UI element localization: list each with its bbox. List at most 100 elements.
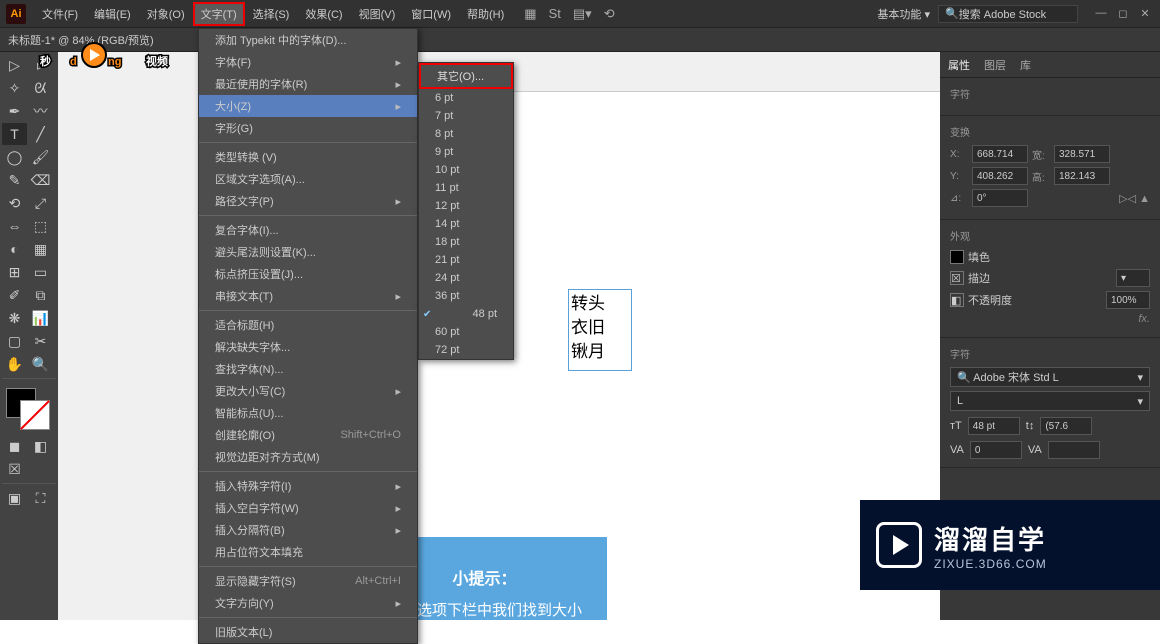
menu-file[interactable]: 文件(F) — [34, 2, 86, 26]
menu-item[interactable]: 插入空白字符(W)▸ — [199, 497, 417, 519]
fill-swatch[interactable] — [950, 250, 964, 264]
input-h[interactable]: 182.143 — [1054, 167, 1110, 185]
stroke-swatch[interactable]: ☒ — [950, 271, 964, 285]
mesh-tool[interactable]: ⊞ — [2, 261, 27, 283]
rotate-tool[interactable]: ⟲ — [2, 192, 27, 214]
eyedropper-tool[interactable]: ✐ — [2, 284, 27, 306]
artboard-tool[interactable]: ▢ — [2, 330, 27, 352]
menu-select[interactable]: 选择(S) — [245, 2, 298, 26]
text-frame[interactable]: 转头 衣旧 锹月 — [568, 289, 632, 371]
menu-item[interactable]: 避头尾法则设置(K)... — [199, 241, 417, 263]
leading-input[interactable]: (57.6 — [1040, 417, 1092, 435]
free-transform-tool[interactable]: ⬚ — [28, 215, 53, 237]
size-option[interactable]: 60 pt — [419, 323, 513, 341]
background-swatch[interactable] — [20, 400, 50, 430]
magic-wand-tool[interactable]: ✧ — [2, 77, 27, 99]
input-w[interactable]: 328.571 — [1054, 145, 1110, 163]
size-option[interactable]: 36 pt — [419, 287, 513, 305]
menu-object[interactable]: 对象(O) — [139, 2, 193, 26]
menu-item[interactable]: 用占位符文本填充 — [199, 541, 417, 563]
selection-tool[interactable]: ▷ — [2, 54, 27, 76]
menu-item[interactable]: 插入特殊字符(I)▸ — [199, 475, 417, 497]
menu-item[interactable]: 插入分隔符(B)▸ — [199, 519, 417, 541]
gpu-icon[interactable]: ⟲ — [604, 6, 615, 22]
window-minimize[interactable]: — — [1092, 7, 1110, 21]
size-other[interactable]: 其它(O)... — [419, 63, 513, 89]
menu-item[interactable]: 大小(Z)▸ — [199, 95, 417, 117]
tab-layers[interactable]: 图层 — [984, 57, 1006, 73]
pen-tool[interactable]: ✒ — [2, 100, 27, 122]
size-option[interactable]: 24 pt — [419, 269, 513, 287]
menu-item[interactable]: 区域文字选项(A)... — [199, 168, 417, 190]
menu-item[interactable]: 显示隐藏字符(S)Alt+Ctrl+I — [199, 570, 417, 592]
menu-item[interactable]: 最近使用的字体(R)▸ — [199, 73, 417, 95]
font-style-dropdown[interactable]: L▾ — [950, 391, 1150, 411]
arrange-icon[interactable]: ▤▾ — [573, 6, 592, 22]
size-option[interactable]: 14 pt — [419, 215, 513, 233]
shaper-tool[interactable]: ✎ — [2, 169, 27, 191]
menu-item[interactable]: 更改大小写(C)▸ — [199, 380, 417, 402]
size-option[interactable]: 9 pt — [419, 143, 513, 161]
tracking-input[interactable] — [1048, 441, 1100, 459]
bridge-icon[interactable]: ▦ — [524, 6, 536, 22]
menu-item[interactable]: 查找字体(N)... — [199, 358, 417, 380]
ellipse-tool[interactable]: ◯ — [2, 146, 27, 168]
menu-item[interactable]: 字体(F)▸ — [199, 51, 417, 73]
type-tool[interactable]: T — [2, 123, 27, 145]
menu-help[interactable]: 帮助(H) — [459, 2, 512, 26]
size-option[interactable]: 10 pt — [419, 161, 513, 179]
menu-type[interactable]: 文字(T) — [193, 2, 245, 26]
size-option[interactable]: 21 pt — [419, 251, 513, 269]
size-option[interactable]: 18 pt — [419, 233, 513, 251]
tab-libraries[interactable]: 库 — [1020, 57, 1031, 73]
hand-tool[interactable]: ✋ — [2, 353, 27, 375]
flip-icons[interactable]: ▷◁ ▲ — [1119, 192, 1150, 205]
fx-button[interactable]: fx. — [1138, 313, 1150, 325]
none-mode[interactable]: ☒ — [2, 458, 27, 480]
size-option[interactable]: ✔48 pt — [419, 305, 513, 323]
stock-icon[interactable]: St — [549, 6, 561, 21]
shape-builder-tool[interactable]: ◐ — [2, 238, 27, 260]
menu-item[interactable]: 字形(G) — [199, 117, 417, 139]
menu-edit[interactable]: 编辑(E) — [86, 2, 139, 26]
menu-effect[interactable]: 效果(C) — [297, 2, 350, 26]
color-swatches[interactable] — [2, 386, 56, 434]
input-angle[interactable]: 0° — [972, 189, 1028, 207]
graph-tool[interactable]: 📊 — [28, 307, 53, 329]
size-option[interactable]: 6 pt — [419, 89, 513, 107]
font-size-input[interactable]: 48 pt — [968, 417, 1020, 435]
draw-mode[interactable]: ▣ — [2, 487, 27, 509]
size-option[interactable]: 8 pt — [419, 125, 513, 143]
kerning-input[interactable]: 0 — [970, 441, 1022, 459]
font-family-dropdown[interactable]: 🔍 Adobe 宋体 Std L▾ — [950, 367, 1150, 387]
menu-item[interactable]: 复合字体(I)... — [199, 219, 417, 241]
symbol-sprayer-tool[interactable]: ❋ — [2, 307, 27, 329]
size-option[interactable]: 12 pt — [419, 197, 513, 215]
slice-tool[interactable]: ✂ — [28, 330, 53, 352]
scale-tool[interactable]: ⤢ — [28, 192, 53, 214]
input-y[interactable]: 408.262 — [972, 167, 1028, 185]
size-option[interactable]: 7 pt — [419, 107, 513, 125]
size-option[interactable]: 72 pt — [419, 341, 513, 359]
eraser-tool[interactable]: ⌫ — [28, 169, 53, 191]
stroke-weight[interactable]: ▾ — [1116, 269, 1150, 287]
opacity-input[interactable]: 100% — [1106, 291, 1150, 309]
search-input[interactable]: 🔍 搜索 Adobe Stock — [938, 5, 1078, 23]
width-tool[interactable]: ⇔ — [2, 215, 27, 237]
menu-item[interactable]: 标点挤压设置(J)... — [199, 263, 417, 285]
menu-view[interactable]: 视图(V) — [351, 2, 404, 26]
size-option[interactable]: 11 pt — [419, 179, 513, 197]
menu-item[interactable]: 添加 Typekit 中的字体(D)... — [199, 29, 417, 51]
perspective-tool[interactable]: ▦ — [28, 238, 53, 260]
line-tool[interactable]: ╱ — [28, 123, 53, 145]
workspace-switcher[interactable]: 基本功能 ▾ — [877, 6, 930, 22]
blend-tool[interactable]: ⧉ — [28, 284, 53, 306]
gradient-mode[interactable]: ◧ — [28, 435, 53, 457]
zoom-tool[interactable]: 🔍 — [28, 353, 53, 375]
fill-mode[interactable]: ◼ — [2, 435, 27, 457]
window-close[interactable]: ✕ — [1136, 7, 1154, 21]
gradient-tool[interactable]: ▭ — [28, 261, 53, 283]
tab-properties[interactable]: 属性 — [948, 57, 970, 73]
menu-item[interactable]: 智能标点(U)... — [199, 402, 417, 424]
menu-item[interactable]: 文字方向(Y)▸ — [199, 592, 417, 614]
